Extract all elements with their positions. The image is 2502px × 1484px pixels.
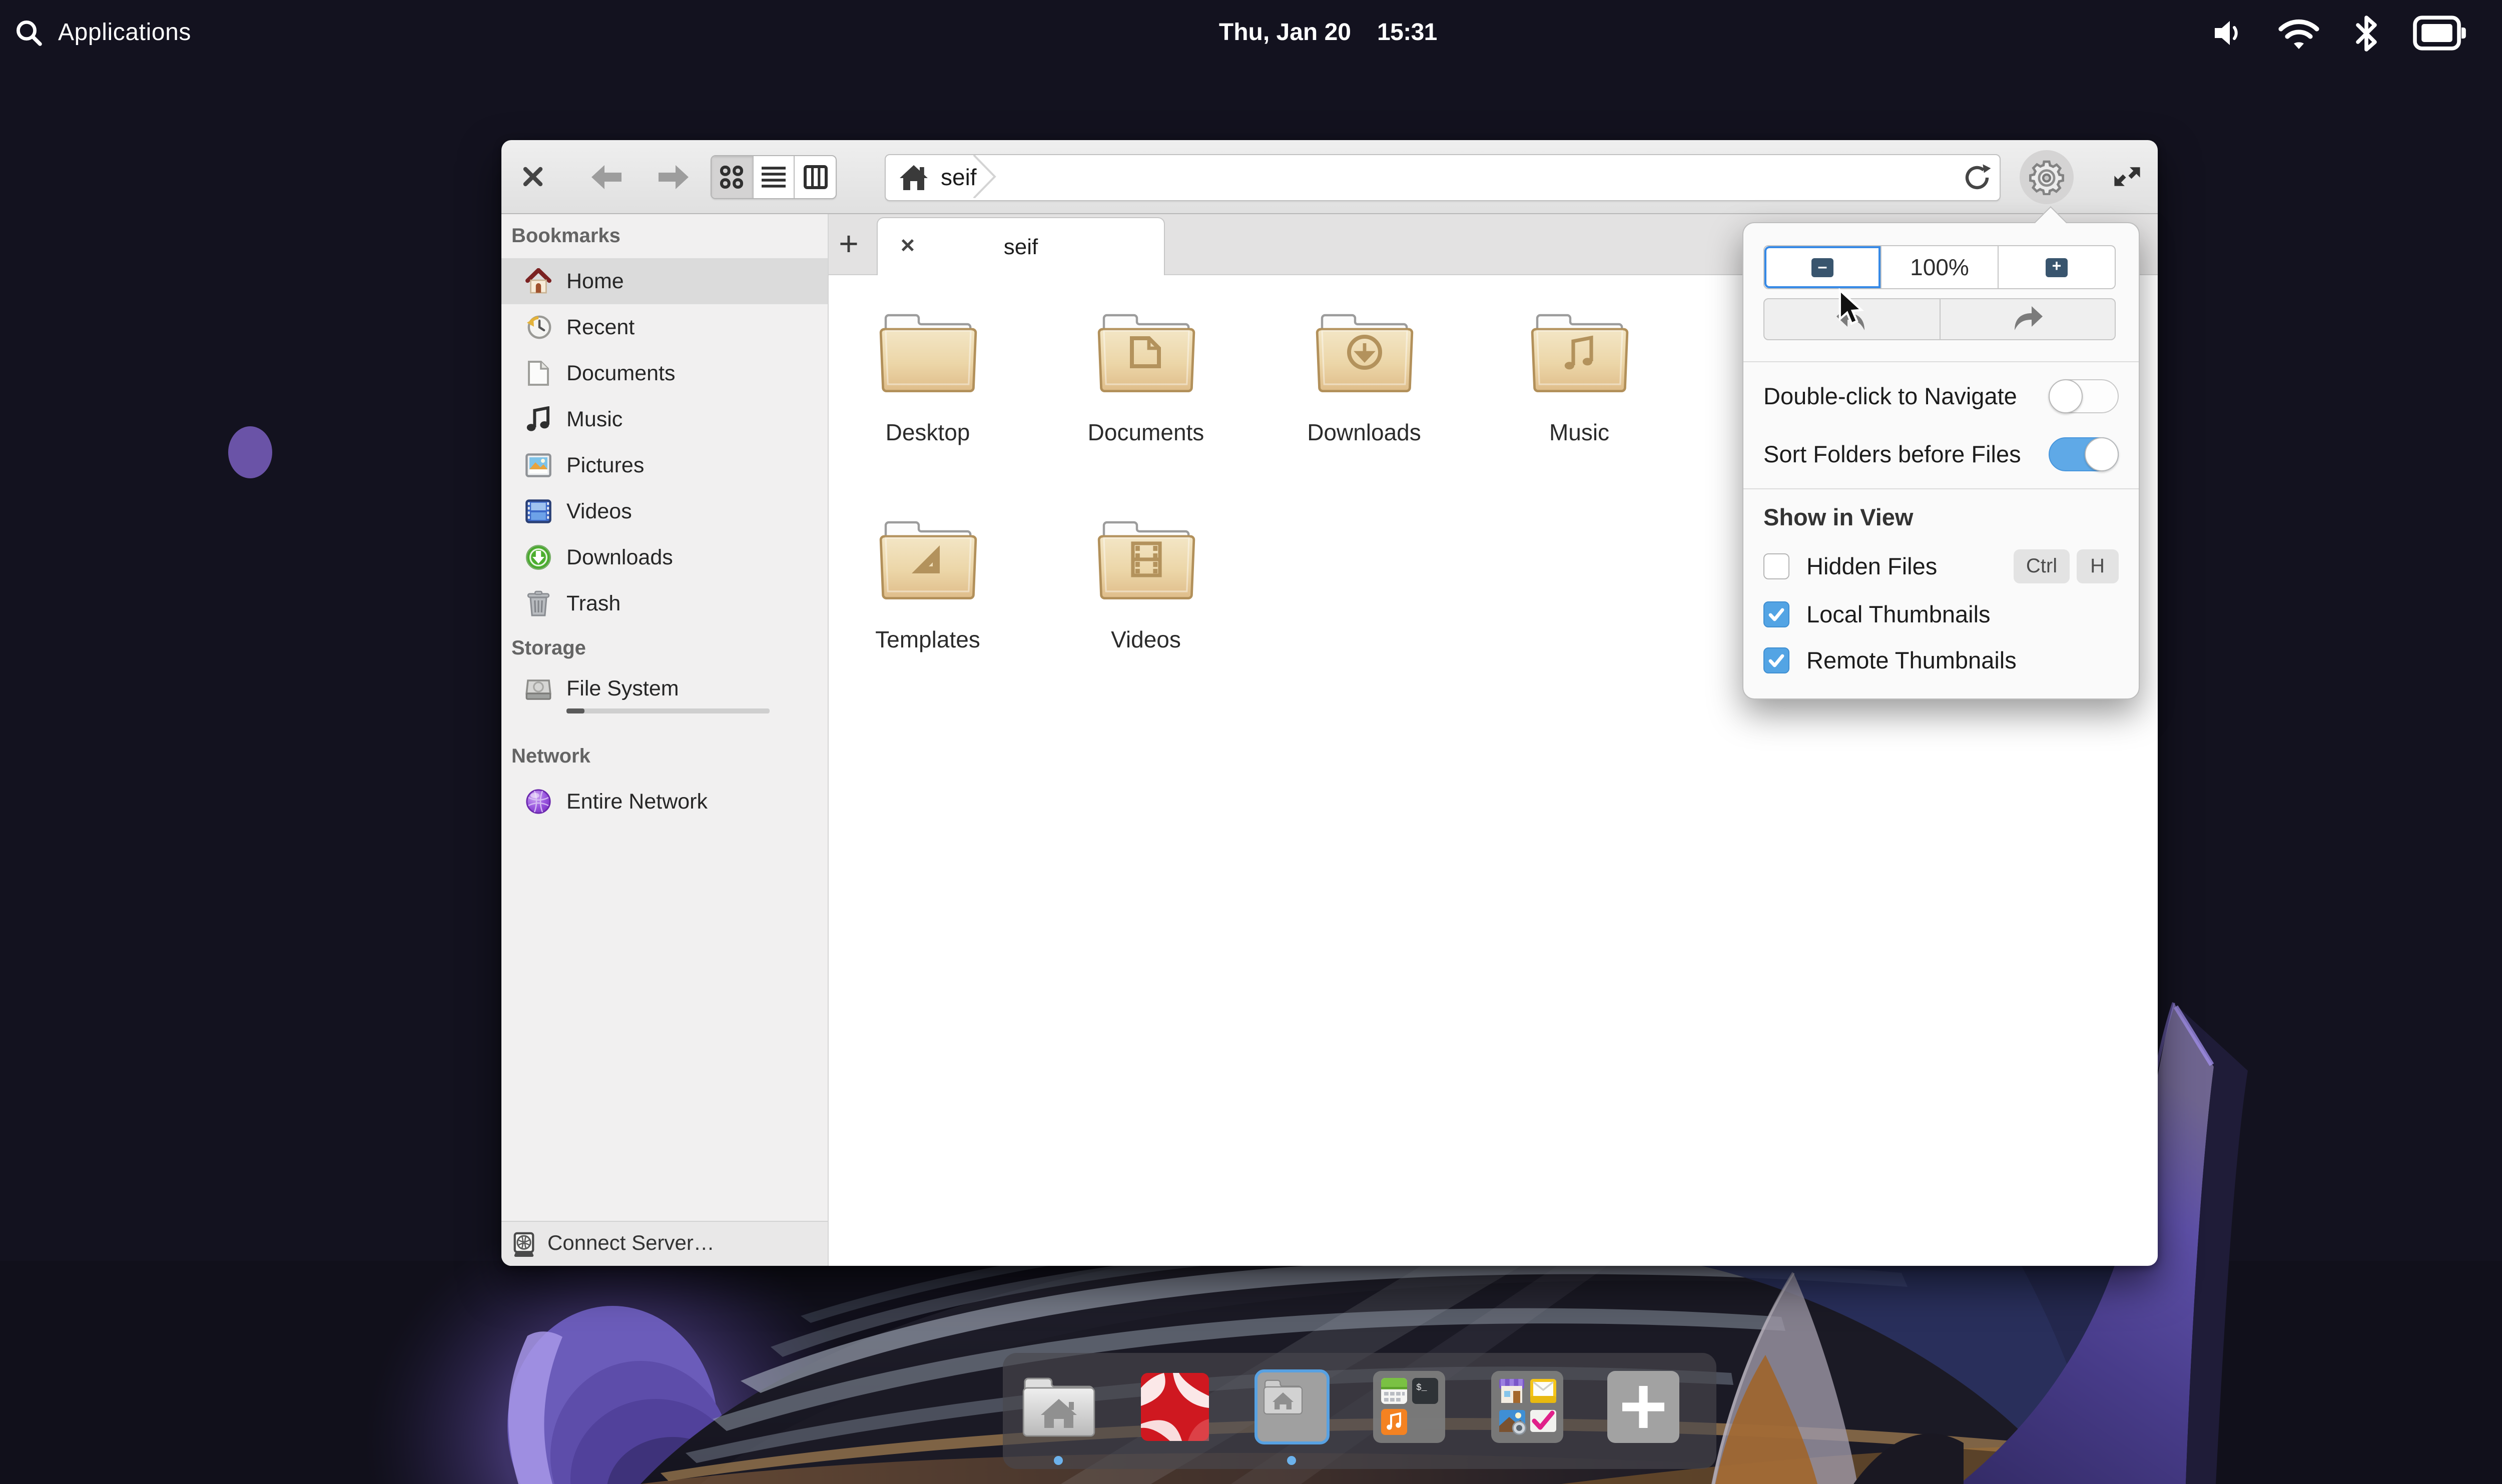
svg-text:$_: $_ — [1416, 1383, 1427, 1393]
